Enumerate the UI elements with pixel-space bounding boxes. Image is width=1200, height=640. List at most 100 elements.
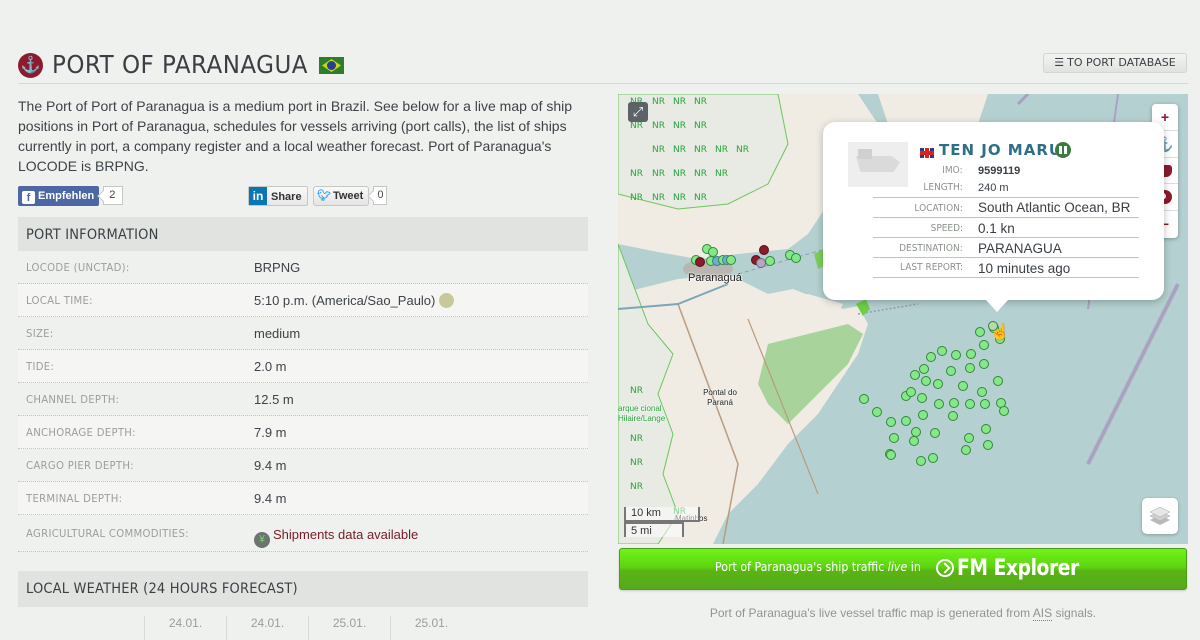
- reserve-marker: NR: [673, 193, 686, 203]
- vessel-marker[interactable]: [965, 399, 975, 409]
- vessel-marker[interactable]: [977, 387, 987, 397]
- vessel-marker[interactable]: [909, 436, 919, 446]
- info-value: medium: [254, 326, 301, 341]
- tweet-button[interactable]: 🐦︎ Tweet: [313, 186, 370, 206]
- vessel-marker[interactable]: [759, 245, 769, 255]
- ais-note-text: Port of Paranagua's live vessel traffic …: [709, 606, 1031, 620]
- vessel-marker[interactable]: [965, 363, 975, 373]
- vessel-marker[interactable]: [917, 393, 927, 403]
- vessel-marker[interactable]: [889, 433, 899, 443]
- info-value: BRPNG: [254, 260, 301, 275]
- vessel-marker[interactable]: [906, 387, 916, 397]
- vessel-marker[interactable]: [966, 349, 976, 359]
- page-title: PORT OF PARANAGUA: [52, 50, 308, 79]
- popup-row-speed: SPEED: 0.1 kn: [873, 219, 1139, 238]
- vessel-marker[interactable]: [946, 366, 956, 376]
- to-port-database-button[interactable]: ☰ TO PORT DATABASE: [1043, 53, 1187, 73]
- weather-column: 24.01.: [226, 616, 308, 640]
- ship-name-link[interactable]: TEN JO MARU: [939, 141, 1062, 159]
- vessel-marker[interactable]: [910, 370, 920, 380]
- reserve-marker: NR: [736, 145, 749, 155]
- reserve-marker: NR: [673, 121, 686, 131]
- reserve-marker: NR: [694, 97, 707, 107]
- vessel-marker[interactable]: [934, 399, 944, 409]
- facebook-like-button[interactable]: f Empfehlen: [18, 186, 100, 206]
- port-information-heading: PORT INFORMATION: [18, 217, 588, 253]
- vessel-marker[interactable]: [872, 407, 882, 417]
- vessel-marker[interactable]: [930, 428, 940, 438]
- place-label-pontal-do-parana: Pontal do Paraná: [703, 388, 737, 407]
- list-icon: ☰: [1054, 56, 1065, 69]
- fullscreen-toggle[interactable]: ⤢: [628, 102, 648, 122]
- linkedin-share-button[interactable]: in Share: [248, 186, 308, 206]
- ais-note-text-end: signals.: [1055, 606, 1097, 620]
- vessel-marker[interactable]: [791, 253, 801, 263]
- vessel-marker[interactable]: [993, 376, 1003, 386]
- vessel-marker[interactable]: [983, 440, 993, 450]
- popup-value: 0.1 kn: [978, 221, 1015, 236]
- info-label: CHANNEL DEPTH:: [26, 393, 120, 406]
- vessel-marker[interactable]: [901, 416, 911, 426]
- info-row-terminal-depth: TERMINAL DEPTH: 9.4 m: [18, 482, 588, 515]
- reserve-marker: NR: [694, 121, 707, 131]
- brazil-flag-icon: [319, 57, 344, 74]
- vessel-marker[interactable]: [948, 411, 958, 421]
- info-label: TIDE:: [26, 360, 55, 373]
- info-row-tide: TIDE: 2.0 m: [18, 350, 588, 383]
- info-row-channel-depth: CHANNEL DEPTH: 12.5 m: [18, 383, 588, 416]
- tweet-label: Tweet: [332, 190, 364, 202]
- vessel-marker[interactable]: [919, 364, 929, 374]
- vessel-marker[interactable]: [726, 255, 736, 265]
- vessel-marker[interactable]: [859, 394, 869, 404]
- reserve-marker: NR: [630, 458, 643, 468]
- reserve-marker: NR: [630, 193, 643, 203]
- info-label: LOCODE (UNCTAD):: [26, 261, 130, 274]
- vessel-marker[interactable]: [937, 346, 947, 356]
- reserve-marker: NR: [630, 482, 643, 492]
- port-description: The Port of Port of Paranagua is a mediu…: [18, 98, 573, 174]
- vessel-marker[interactable]: [695, 257, 705, 267]
- vessel-marker[interactable]: [958, 381, 968, 391]
- vessel-marker[interactable]: [886, 450, 896, 460]
- hand-cursor-icon: ☝: [990, 324, 1010, 341]
- ais-note: Port of Paranagua's live vessel traffic …: [619, 606, 1187, 621]
- info-value: 5:10 p.m. (America/Sao_Paulo): [254, 293, 436, 308]
- popup-label: LOCATION:: [914, 203, 963, 214]
- vessel-marker[interactable]: [961, 445, 971, 455]
- vessel-marker[interactable]: [951, 350, 961, 360]
- fm-explorer-banner[interactable]: Port of Paranagua's ship traffic live in…: [619, 548, 1187, 590]
- vessel-marker[interactable]: [928, 453, 938, 463]
- weather-date: 24.01.: [168, 616, 203, 630]
- twitter-tweet-widget: 🐦︎ Tweet 0: [313, 186, 388, 206]
- vessel-marker[interactable]: [975, 327, 985, 337]
- vessel-marker[interactable]: [921, 376, 931, 386]
- vessel-marker[interactable]: [918, 410, 928, 420]
- ais-abbreviation[interactable]: AIS: [1032, 606, 1053, 621]
- port-information-title: PORT INFORMATION: [26, 227, 159, 243]
- cargo-ship-type-icon: [1055, 142, 1071, 158]
- vessel-marker[interactable]: [981, 424, 991, 434]
- vessel-marker[interactable]: [979, 340, 989, 350]
- vessel-marker[interactable]: [979, 359, 989, 369]
- vessel-marker[interactable]: [999, 406, 1009, 416]
- vessel-marker[interactable]: [980, 399, 990, 409]
- vessel-marker[interactable]: [886, 417, 896, 427]
- vessel-marker[interactable]: [765, 256, 775, 266]
- vessel-map[interactable]: NR NR NR NR NR NR NR NR NR NR NR NR NR N…: [618, 94, 1188, 544]
- layers-button[interactable]: [1142, 498, 1178, 534]
- shipments-data-link[interactable]: Shipments data available: [273, 527, 418, 542]
- fm-explorer-logo: FM Explorer: [956, 556, 1079, 581]
- vessel-marker[interactable]: [964, 433, 974, 443]
- reserve-marker: NR: [630, 434, 643, 444]
- reserve-marker: NR: [673, 145, 686, 155]
- vessel-marker[interactable]: [916, 456, 926, 466]
- info-label: CARGO PIER DEPTH:: [26, 459, 134, 472]
- facebook-like-widget: f Empfehlen 2: [18, 186, 124, 206]
- info-row-size: SIZE: medium: [18, 317, 588, 350]
- reserve-marker: NR: [652, 97, 665, 107]
- vessel-marker[interactable]: [949, 398, 959, 408]
- local-weather-title: LOCAL WEATHER (24 HOURS FORECAST): [26, 581, 298, 597]
- popup-label: SPEED:: [930, 223, 963, 234]
- vessel-marker[interactable]: [926, 352, 936, 362]
- vessel-marker[interactable]: [933, 379, 943, 389]
